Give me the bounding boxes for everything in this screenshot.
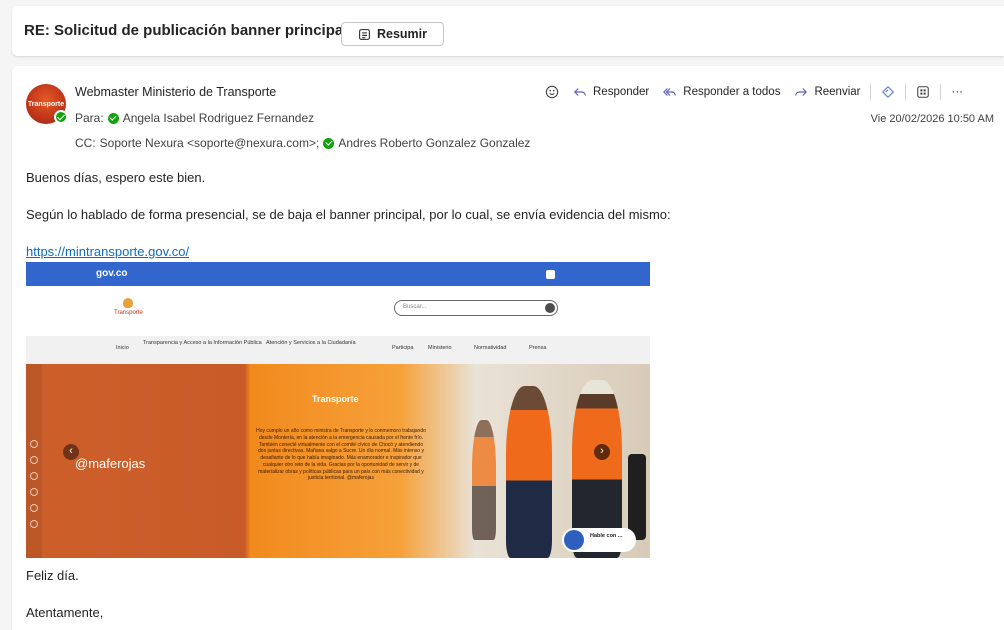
chat-icon	[564, 530, 584, 550]
site-search-placeholder: Buscar...	[403, 304, 427, 310]
hero-person	[472, 420, 496, 540]
tiktok-icon	[30, 520, 38, 528]
body-link[interactable]: https://mintransporte.gov.co/	[26, 244, 189, 259]
hero-handle: @maferojas	[75, 456, 146, 471]
divider	[905, 84, 907, 100]
site-search: Buscar...	[394, 300, 558, 316]
search-icon	[545, 303, 555, 313]
sender-name[interactable]: Webmaster Ministerio de Transporte	[75, 85, 276, 99]
x-icon	[30, 456, 38, 464]
embedded-website-screenshot[interactable]: gov.co Transporte Buscar... Inicio Trans…	[26, 262, 650, 558]
reply-all-label: Responder a todos	[683, 86, 781, 98]
email-subject: RE: Solicitud de publicación banner prin…	[24, 22, 348, 39]
summarize-button[interactable]: Resumir	[341, 22, 444, 46]
social-links	[30, 440, 40, 550]
presence-available-icon	[107, 112, 119, 124]
facebook-icon	[30, 440, 38, 448]
message-actions: Responder Responder a todos Reenviar ···	[545, 82, 963, 102]
summary-icon	[359, 28, 370, 40]
forward-label: Reenviar	[814, 86, 861, 98]
cc-recipients: CC: Soporte Nexura <soporte@nexura.com>;…	[75, 136, 530, 150]
reply-icon	[573, 88, 586, 96]
reply-label: Responder	[593, 86, 650, 98]
to-recipients: Para: Angela Isabel Rodriguez Fernandez	[75, 111, 314, 125]
summarize-label: Resumir	[376, 27, 428, 41]
gov-bar: gov.co	[26, 262, 650, 286]
divider	[870, 84, 872, 100]
cc-recipient[interactable]: Andres Roberto Gonzalez Gonzalez	[338, 136, 530, 150]
hero-banner: ‹ @maferojas Transporte Hoy cumplo un añ…	[26, 364, 650, 558]
language-icon	[546, 270, 555, 279]
site-nav-item: Participa	[392, 345, 414, 351]
reply-all-button[interactable]: Responder a todos	[663, 85, 780, 99]
body-signoff: Atentamente,	[26, 605, 104, 620]
copilot-button[interactable]	[881, 85, 895, 99]
site-nav-item: Prensa	[529, 345, 547, 351]
ministry-emblem-icon	[123, 298, 134, 308]
flickr-icon	[30, 504, 38, 512]
reply-all-icon	[663, 88, 677, 96]
site-nav: Inicio Transparencia y Acceso a la Infor…	[26, 336, 650, 364]
sent-datetime: Vie 20/02/2026 10:50 AM	[870, 113, 994, 125]
forward-button[interactable]: Reenviar	[794, 85, 860, 99]
forward-icon	[795, 88, 808, 96]
site-header: Transporte Buscar...	[26, 286, 650, 336]
body-greeting: Buenos días, espero este bien.	[26, 170, 206, 185]
site-nav-item: Atención y Servicios a la Ciudadanía	[266, 340, 356, 346]
reply-button[interactable]: Responder	[573, 85, 649, 99]
more-actions-button[interactable]: ···	[951, 86, 963, 98]
cc-label: CC:	[75, 136, 96, 150]
instagram-icon	[30, 488, 38, 496]
body-paragraph: Según lo hablado de forma presencial, se…	[26, 207, 671, 222]
divider	[940, 84, 942, 100]
apps-grid-icon	[917, 86, 930, 98]
presence-available-icon	[54, 110, 68, 124]
hero-brand: Transporte	[312, 394, 359, 404]
cc-recipient[interactable]: Soporte Nexura <soporte@nexura.com>;	[100, 136, 320, 150]
youtube-icon	[30, 472, 38, 480]
message-card: Transporte Webmaster Ministerio de Trans…	[12, 66, 1004, 630]
gov-logo: gov.co	[96, 268, 128, 279]
site-nav-item: Transparencia y Acceso a la Información …	[143, 340, 262, 346]
site-nav-item: Ministerio	[428, 345, 452, 351]
site-nav-item: Inicio	[116, 345, 129, 351]
apps-button[interactable]	[916, 85, 930, 99]
chat-label: Hable con ...	[590, 533, 623, 539]
site-nav-item: Normatividad	[474, 345, 507, 351]
chevron-right-icon: ›	[594, 444, 610, 460]
diamond-icon	[882, 85, 895, 99]
subject-bar: RE: Solicitud de publicación banner prin…	[12, 6, 1004, 56]
site-logo: Transporte	[114, 298, 143, 318]
smiley-icon	[545, 85, 559, 99]
site-name: Transporte	[114, 310, 143, 316]
chat-widget: Hable con ...	[562, 528, 636, 552]
hero-quote: Hoy cumplo un año como ministra de Trans…	[256, 428, 426, 482]
emoji-reaction-button[interactable]	[545, 85, 559, 99]
to-recipient[interactable]: Angela Isabel Rodriguez Fernandez	[123, 111, 314, 125]
body-closing: Feliz día.	[26, 568, 79, 583]
to-label: Para:	[75, 111, 104, 125]
hero-person	[506, 386, 552, 558]
presence-available-icon	[323, 137, 335, 149]
accessibility-toolbar	[628, 454, 646, 540]
